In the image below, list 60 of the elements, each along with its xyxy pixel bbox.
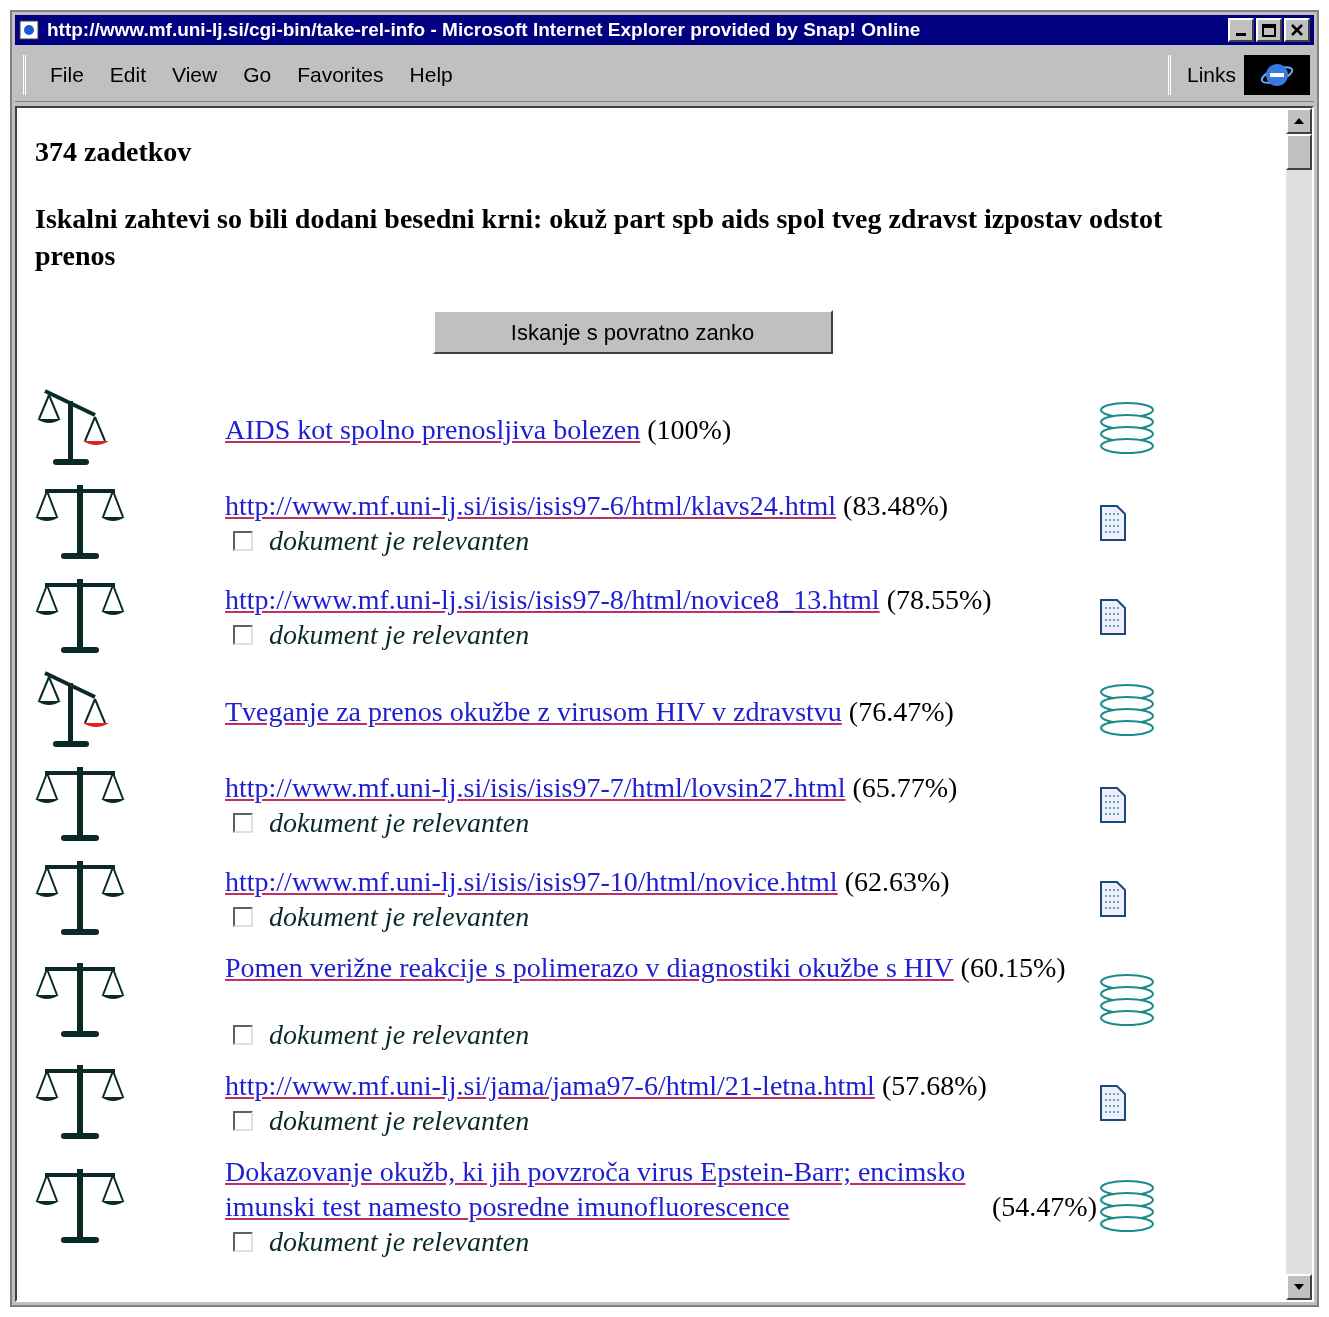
relevance-score: (83.48%) bbox=[843, 490, 949, 521]
menu-item[interactable]: Favorites bbox=[297, 58, 384, 91]
result-link[interactable]: http://www.mf.uni-lj.si/jama/jama97-6/html/21-letna.html bbox=[225, 1068, 875, 1103]
window-title: http://www.mf.uni-lj.si/cgi-bin/take-rel-info - Microsoft Internet Explorer provided by Snap! Online bbox=[47, 17, 922, 42]
scroll-up-button[interactable] bbox=[1286, 108, 1312, 134]
relevance-checkbox[interactable] bbox=[233, 906, 253, 927]
relevance-label: dokument je relevanten bbox=[269, 806, 530, 840]
relevance-checkbox[interactable] bbox=[233, 530, 253, 551]
relevance-score: (65.77%) bbox=[852, 772, 958, 803]
maximize-icon bbox=[1262, 23, 1276, 37]
document-icon bbox=[1099, 1084, 1127, 1122]
menu-item[interactable]: Go bbox=[243, 58, 272, 91]
relevance-score: (54.47%) bbox=[992, 1191, 1097, 1222]
relevance-checkbox[interactable] bbox=[233, 1231, 253, 1252]
document-icon bbox=[1099, 598, 1127, 636]
result-link[interactable]: Tveganje za prenos okužbe z virusom HIV v zdravstvu bbox=[225, 693, 842, 729]
relevance-score: (78.55%) bbox=[886, 584, 992, 615]
relevance-label: dokument je relevanten bbox=[269, 1225, 530, 1259]
menu-item[interactable]: Edit bbox=[109, 58, 147, 91]
result-link[interactable]: Dokazovanje okužb, ki jih povzroča virus Epstein-Barr; encimsko imunski test namesto posredne imunofluorescence bbox=[225, 1154, 985, 1224]
document-icon bbox=[1099, 880, 1127, 918]
document-icon bbox=[1099, 786, 1127, 824]
result-link[interactable]: http://www.mf.uni-lj.si/isis/isis97-6/html/klavs24.html bbox=[225, 488, 837, 523]
relevance-score: (76.47%) bbox=[848, 695, 954, 727]
result-link[interactable]: http://www.mf.uni-lj.si/isis/isis97-8/html/novice8_13.html bbox=[225, 582, 880, 617]
down-arrow-icon bbox=[1294, 1284, 1304, 1290]
menu-item[interactable]: View bbox=[172, 58, 218, 91]
relevance-score: (60.15%) bbox=[960, 952, 1066, 983]
hit-count: 374 zadetkov bbox=[35, 136, 193, 168]
result-link[interactable]: http://www.mf.uni-lj.si/isis/isis97-7/html/lovsin27.html bbox=[225, 770, 846, 805]
links-button[interactable]: Links bbox=[1178, 58, 1244, 91]
relevance-score: (57.68%) bbox=[881, 1070, 987, 1101]
result-link[interactable]: AIDS kot spolno prenosljiva bolezen bbox=[225, 411, 641, 447]
document-icon bbox=[1099, 504, 1127, 542]
result-link[interactable]: http://www.mf.uni-lj.si/isis/isis97-10/html/novice.html bbox=[225, 864, 838, 899]
feedback-search-button[interactable]: Iskanje s povratno zanko bbox=[432, 310, 833, 354]
up-arrow-icon bbox=[1294, 118, 1304, 124]
relevance-checkbox[interactable] bbox=[233, 624, 253, 645]
relevance-checkbox[interactable] bbox=[233, 812, 253, 833]
browser-icon bbox=[19, 20, 39, 40]
close-icon bbox=[1291, 24, 1303, 36]
menu-item[interactable]: Help bbox=[409, 58, 453, 91]
minimize-icon bbox=[1236, 32, 1246, 36]
query-note: Iskalni zahtevi so bili dodani besedni krni: okuž part spb aids spol tveg zdravst izpostav odstot prenos bbox=[35, 202, 1164, 273]
maximize-button[interactable] bbox=[1256, 18, 1282, 42]
result-link[interactable]: Pomen verižne reakcije s polimerazo v diagnostiki okužbe s HIV bbox=[225, 950, 954, 985]
relevance-checkbox[interactable] bbox=[233, 1110, 253, 1131]
relevance-checkbox[interactable] bbox=[233, 1024, 253, 1045]
relevance-score: (100%) bbox=[647, 413, 732, 445]
relevance-label: dokument je relevanten bbox=[269, 524, 530, 558]
relevance-label: dokument je relevanten bbox=[269, 618, 530, 652]
relevance-label: dokument je relevanten bbox=[269, 1018, 530, 1052]
relevance-score: (62.63%) bbox=[844, 866, 950, 897]
scroll-down-button[interactable] bbox=[1286, 1274, 1312, 1300]
relevance-label: dokument je relevanten bbox=[269, 900, 530, 934]
relevance-label: dokument je relevanten bbox=[269, 1104, 530, 1138]
scroll-thumb[interactable] bbox=[1286, 134, 1312, 170]
close-button[interactable] bbox=[1284, 18, 1310, 42]
minimize-button[interactable] bbox=[1228, 18, 1254, 42]
menu-item[interactable]: File bbox=[50, 58, 84, 91]
